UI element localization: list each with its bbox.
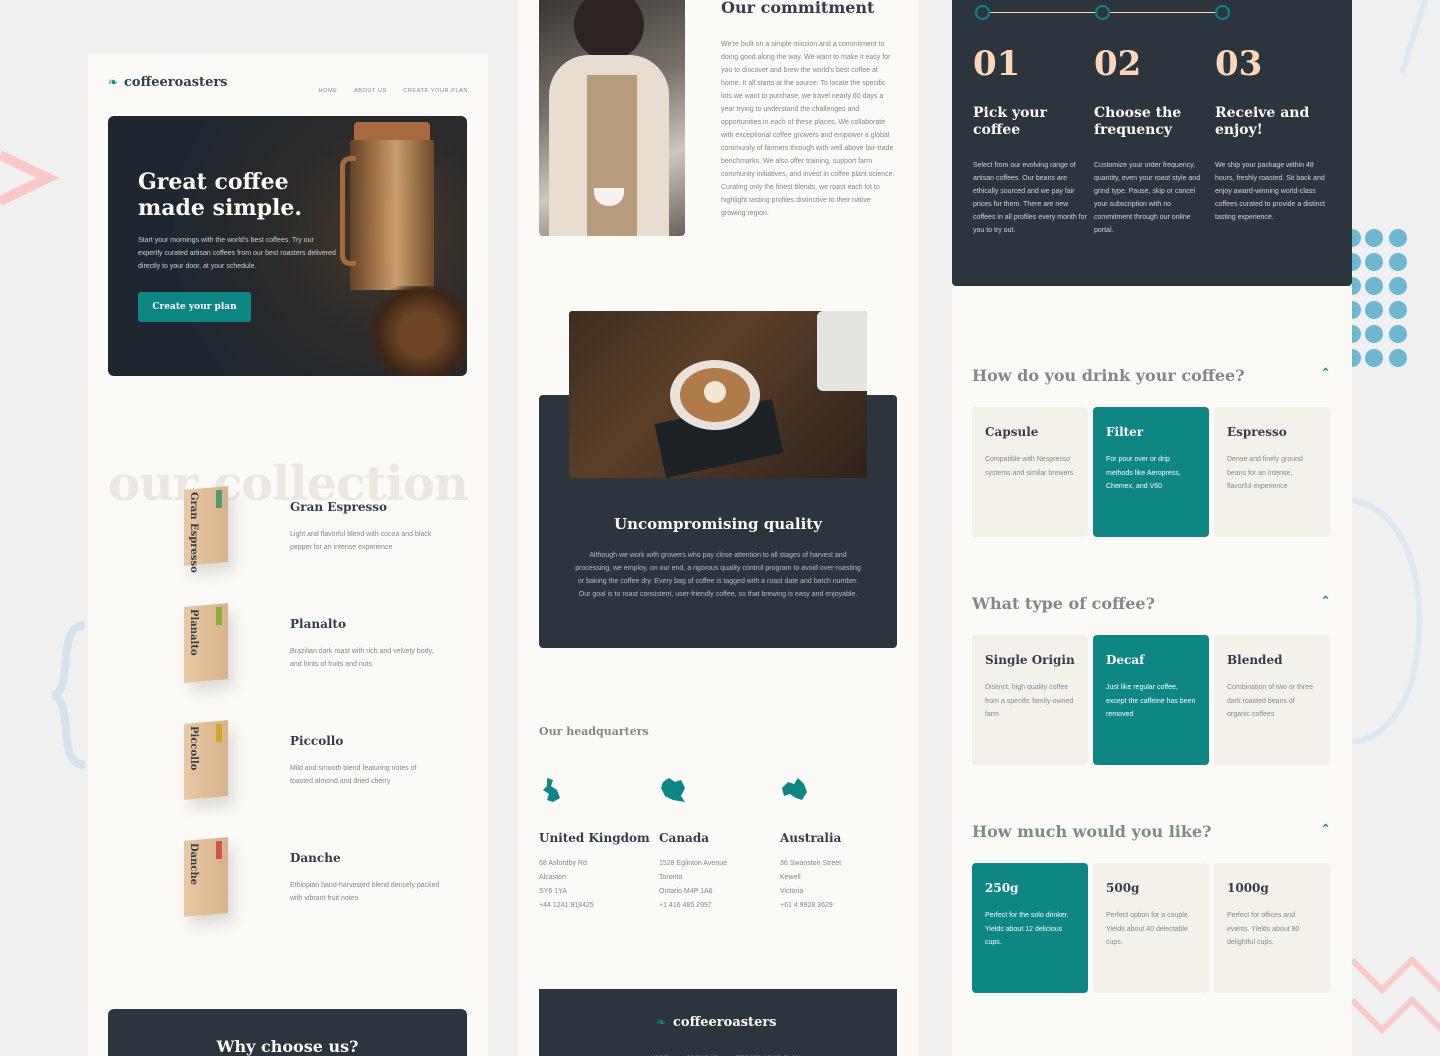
about-panel: Our commitment We're built on a simple m… [518,0,918,1056]
step-dot [975,5,990,20]
step-description: Customize your order frequency, quantity… [1094,162,1201,234]
step-number: 01 [973,44,1021,84]
product-description: Light and flavorful blend with cocoa and… [290,531,432,551]
product-name: Danche [290,851,341,865]
blue-dots-decoration [1352,229,1407,367]
footer-logo-text: coffeeroasters [673,1015,777,1030]
step-number: 02 [1094,44,1142,84]
site-header: ❧ coffeeroasters HOME ABOUT US CREATE YO… [108,75,468,94]
option-card-1000g[interactable]: 1000g Perfect for offices and events. Yie… [1214,863,1330,993]
question-heading[interactable]: How much would you like? [972,822,1212,841]
hq-australia: Australia 36 Swanston Street Kewell Vict… [780,776,900,913]
hq-country: United Kingdom [539,831,650,845]
product-description: Mild and smooth blend featuring notes of… [290,765,417,785]
hq-address-line: Victoria [780,888,804,895]
option-card-blended[interactable]: Blended Combination of two or three dark … [1214,635,1330,765]
chevron-up-icon[interactable]: ⌃ [1321,822,1330,835]
homepage-panel: ❧ coffeeroasters HOME ABOUT US CREATE YO… [88,54,488,1056]
collection-item: Piccollo Piccollo Mild and smooth blend … [88,718,488,828]
option-card-capsule[interactable]: Capsule Compatible with Nespresso systems… [972,407,1088,537]
option-card-500g[interactable]: 500g Perfect option for a couple. Yields … [1093,863,1209,993]
nav-create-plan-link[interactable]: CREATE YOUR PLAN [403,88,468,94]
step-description: We ship your package within 48 hours, fr… [1215,162,1325,221]
piccollo-bag-image: Piccollo [168,718,252,814]
product-name: Piccollo [290,734,344,748]
hq-address-line: 68 Asfordby Rd [539,860,587,867]
step-dot [1215,5,1230,20]
create-plan-button[interactable]: Create your plan [138,292,251,322]
uk-map-icon [543,778,560,802]
product-description: Brazilian dark roast with rich and velve… [290,648,434,668]
product-description: Ethiopian hand-harvested blend densely p… [290,882,440,902]
collection-item: Gran Espresso Gran Espresso Light and fl… [88,484,488,594]
option-card-250g[interactable]: 250g Perfect for the solo drinker. Yields… [972,863,1088,993]
hq-phone: +1 416 485 2997 [659,902,712,909]
commitment-heading: Our commitment [721,0,875,17]
step-description: Select from our evolving range of artisa… [973,162,1087,234]
hq-country: Canada [659,831,709,845]
why-choose-us-heading: Why choose us? [216,1037,359,1056]
hq-address-line: 1528 Eglinton Avenue [659,860,727,867]
nav-about-link[interactable]: ABOUT US [354,88,387,94]
collection-item: Danche Danche Ethiopian hand-harvested b… [88,835,488,945]
step-title: Choose the frequency [1094,105,1182,138]
hq-address-line: SY6 1YA [539,888,567,895]
hero-coffee-beans-image [366,286,467,376]
pink-zigzag-decoration [1352,955,1440,1035]
hero-title: Great coffee made simple. [138,169,302,221]
pink-chevron-decoration [0,150,60,206]
hero-section: Great coffee made simple. Start your morn… [108,116,467,376]
option-card-decaf[interactable]: Decaf Just like regular coffee, except th… [1093,635,1209,765]
footer-nav: HOME ABOUT US CREATE YOUR PLAN [639,1046,800,1056]
footer-logo-icon: ❧ [656,1015,667,1029]
hq-canada: Canada 1528 Eglinton Avenue Toronto Onta… [659,776,779,913]
quality-heading: Uncompromising quality [614,515,822,533]
blue-arc-decoration [1352,497,1423,744]
headquarters-heading: Our headquarters [539,725,649,738]
canada-map-icon [661,778,685,802]
danche-bag-image: Danche [168,835,252,931]
question-heading[interactable]: How do you drink your coffee? [972,366,1245,385]
step-title: Pick your coffee [973,105,1047,138]
main-nav: HOME ABOUT US CREATE YOUR PLAN [307,79,468,97]
logo-icon: ❧ [108,75,119,89]
blue-line-decoration [1400,0,1428,73]
why-choose-us-section: Why choose us? [108,1009,467,1056]
hq-address-line: Alcaston [539,874,566,881]
hq-uk: United Kingdom 68 Asfordby Rd Alcaston S… [539,776,659,913]
hq-phone: +61 4 9928 3629 [780,902,833,909]
nav-home-link[interactable]: HOME [319,88,338,94]
site-footer: ❧ coffeeroasters HOME ABOUT US CREATE YO… [539,989,897,1056]
question-heading[interactable]: What type of coffee? [972,594,1155,613]
planalto-bag-image: Planalto [168,601,252,697]
latte-art-image [569,311,867,478]
barista-image [539,0,685,236]
step-title: Receive and enjoy! [1215,105,1310,138]
option-card-filter[interactable]: Filter For pour over or drip methods like… [1093,407,1209,537]
create-plan-panel: 01 Pick your coffee Select from our evolv… [952,0,1352,1056]
chevron-up-icon[interactable]: ⌃ [1321,594,1330,607]
hq-address-line: Ontario M4P 1A6 [659,888,713,895]
logo-text: coffeeroasters [124,75,228,90]
product-name: Gran Espresso [290,500,388,514]
hq-country: Australia [780,831,842,845]
option-card-single-origin[interactable]: Single Origin Distinct, high quality coff… [972,635,1088,765]
hero-french-press-image [340,122,440,312]
chevron-up-icon[interactable]: ⌃ [1321,366,1330,379]
hq-address-line: 36 Swanston Street [780,860,842,867]
hero-description: Start your mornings with the world's bes… [138,237,336,270]
hq-address-line: Kewell [780,874,801,881]
step-dot [1095,5,1110,20]
hq-address-line: Toronto [659,874,683,881]
australia-map-icon [782,778,807,800]
step-number: 03 [1215,44,1263,84]
gran-espresso-bag-image: Gran Espresso [168,484,252,580]
collection-item: Planalto Planalto Brazilian dark roast w… [88,601,488,711]
hq-phone: +44 1241 918425 [539,902,594,909]
option-card-espresso[interactable]: Espresso Dense and finely ground beans fo… [1214,407,1330,537]
quality-body: Although we work with growers who pay cl… [575,552,861,598]
commitment-body: We're built on a simple mission and a co… [721,41,895,217]
product-name: Planalto [290,617,346,631]
how-it-works-section: 01 Pick your coffee Select from our evolv… [952,0,1352,286]
